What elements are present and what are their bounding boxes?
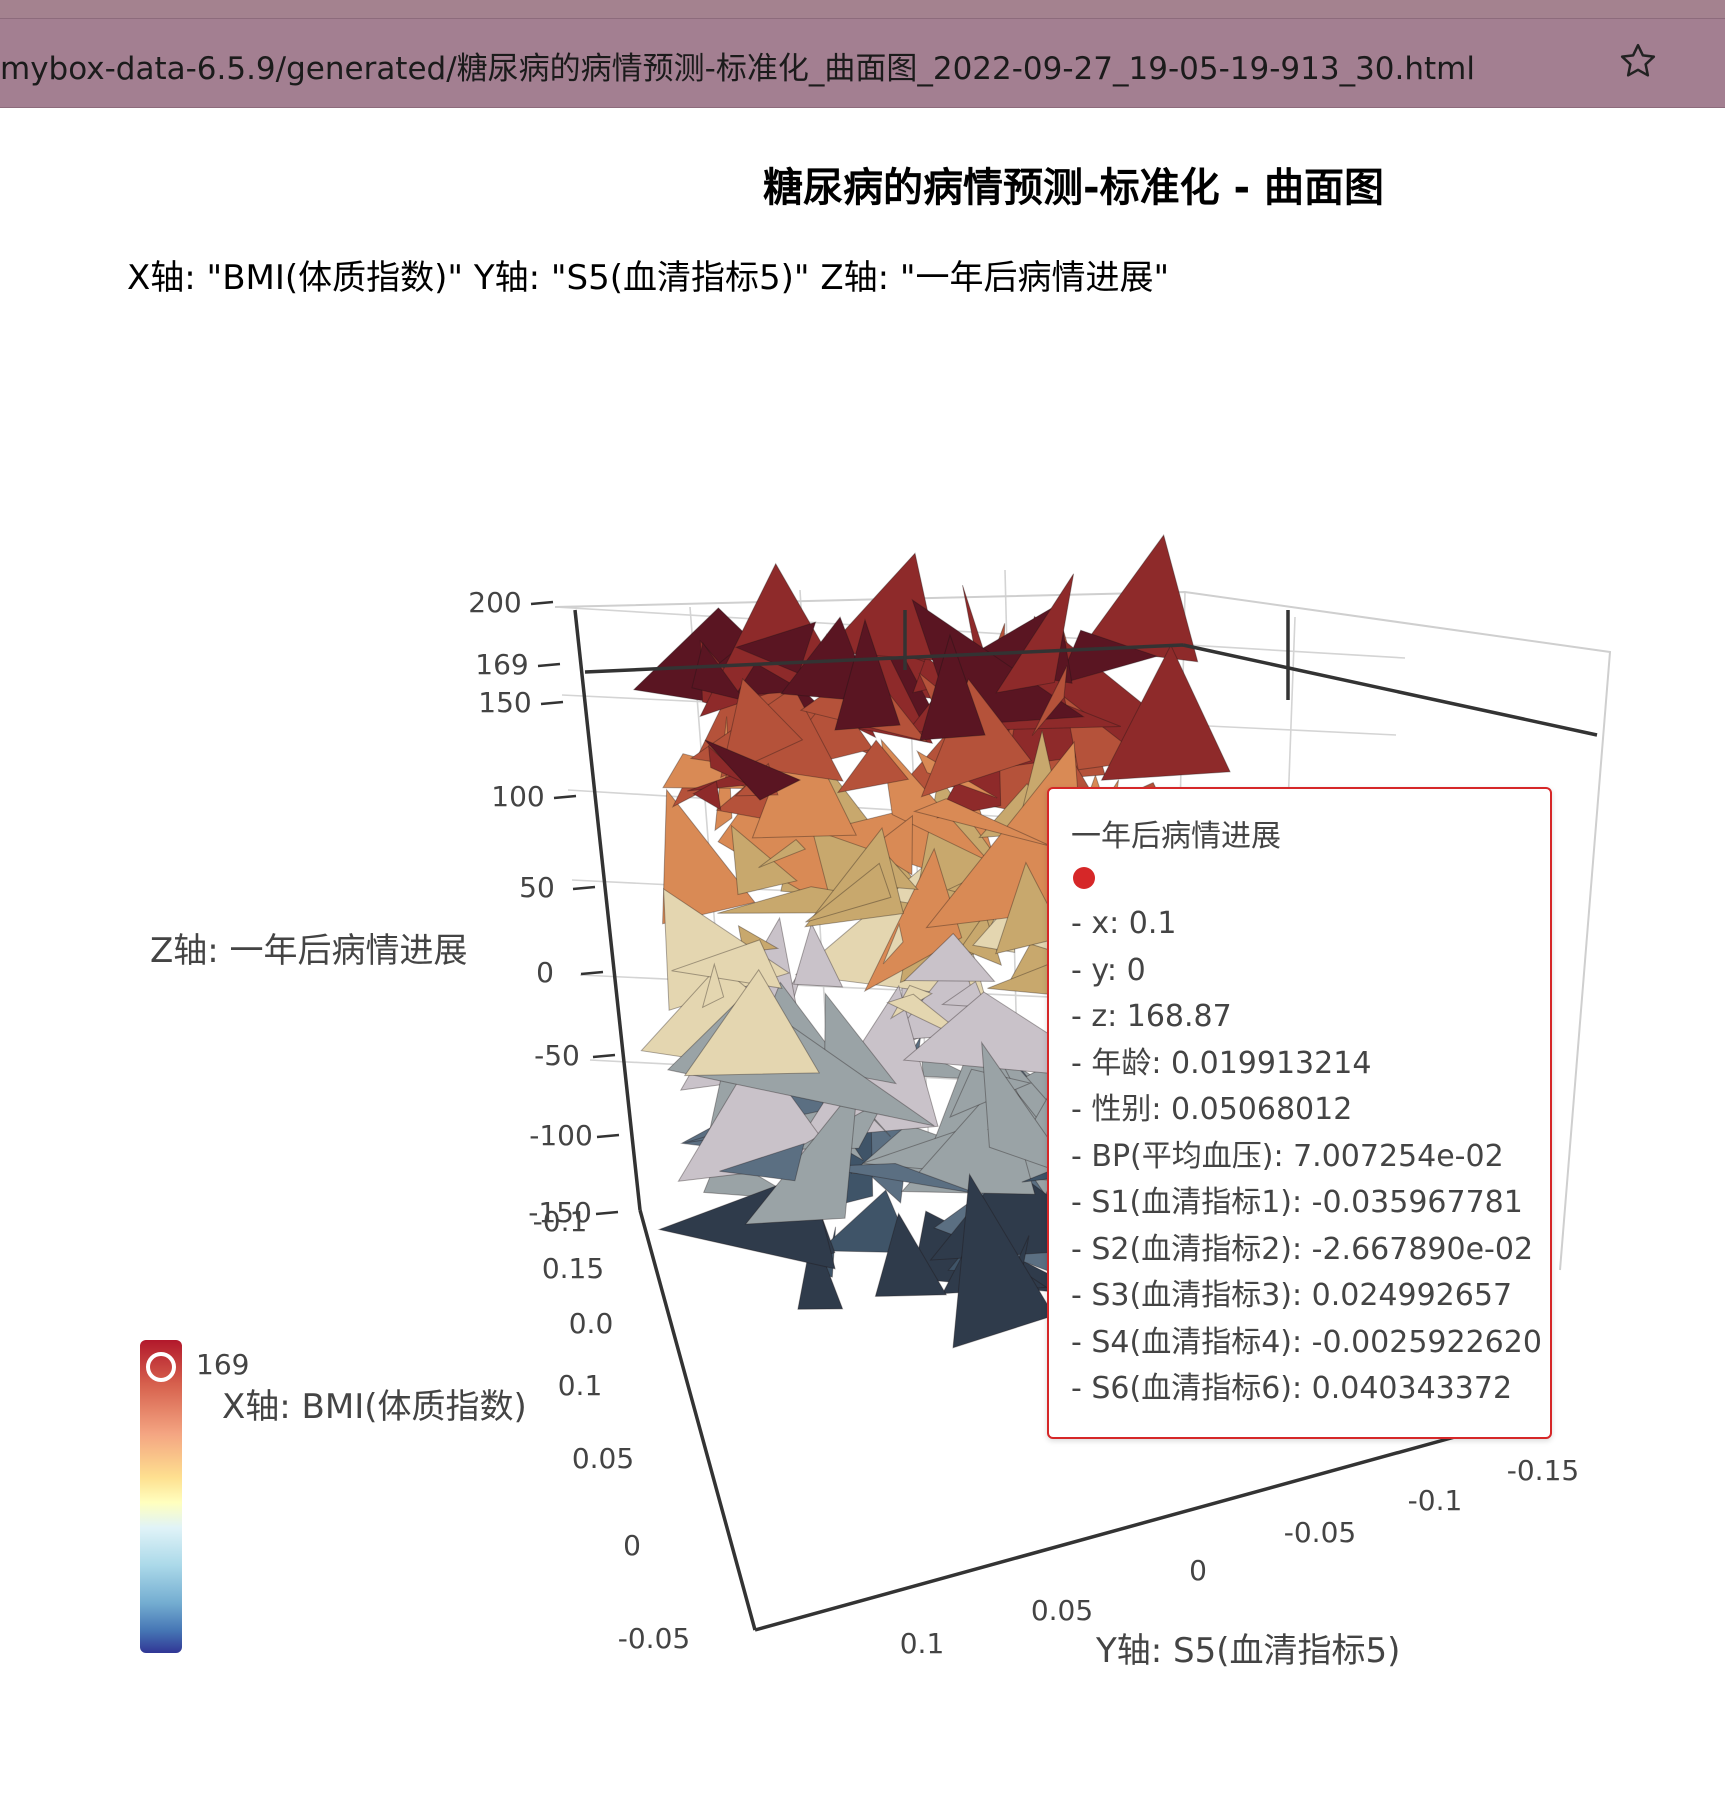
tooltip-series-name: 一年后病情进展 (1071, 819, 1281, 854)
z-tick (595, 1210, 619, 1216)
z-tick (580, 970, 604, 976)
z-tick (592, 1053, 616, 1059)
tooltip-row: - z: 168.87 (1071, 999, 1232, 1034)
y-tick-label: 0.1 (900, 1627, 945, 1660)
z-tick (572, 885, 596, 891)
tooltip-row: - BP(平均血压): 7.007254e-02 (1071, 1138, 1504, 1174)
y-tick-label: -0.15 (1507, 1454, 1579, 1487)
x-tick-label: 0.05 (572, 1442, 634, 1475)
z-tick-label: 100 (491, 780, 544, 813)
x-tick-label: 0.1 (558, 1369, 603, 1402)
hover-tooltip: 一年后病情进展 - x: 0.1 - y: 0 - z: 168.87 - 年龄: 0… (1047, 787, 1552, 1439)
z-tick-label: 200 (468, 586, 521, 619)
z-tick-label: 169 (475, 648, 528, 681)
z-tick-label: -100 (529, 1119, 593, 1152)
tooltip-row: - S1(血清指标1): -0.035967781 (1071, 1185, 1523, 1220)
z-tick-label: 150 (478, 686, 531, 719)
y-tick-label: -0.05 (1284, 1516, 1356, 1549)
y-axis-title: Y轴: S5(血清指标5) (1095, 1631, 1400, 1671)
x-tick-label: 0.0 (569, 1307, 614, 1340)
y-tick-label: -0.1 (1408, 1484, 1463, 1517)
tooltip-row: - 年龄: 0.019913214 (1071, 1045, 1372, 1081)
colorbar-hover-marker (146, 1352, 176, 1382)
z-tick (540, 700, 564, 706)
top-frame-line (1182, 643, 1598, 737)
colorbar (140, 1340, 182, 1653)
tooltip-row: - S4(血清指标4): -0.0025922620 (1071, 1324, 1542, 1360)
z-tick (537, 662, 561, 668)
tooltip-row: - 性别: 0.05068012 (1071, 1092, 1353, 1127)
z-tick (596, 1133, 620, 1139)
tooltip-rows: - x: 0.1 - y: 0 - z: 168.87 - 年龄: 0.0199132… (1071, 901, 1542, 1413)
tooltip-row: - y: 0 (1071, 952, 1146, 988)
z-axis-title: Z轴: 一年后病情进展 (150, 931, 468, 971)
x-tick-label: 0.15 (542, 1252, 604, 1285)
tooltip-row: - S6(血清指标6): 0.040343372 (1071, 1371, 1513, 1406)
z-tick-label: -50 (534, 1039, 580, 1072)
y-tick-label: 0.05 (1031, 1594, 1093, 1627)
x-axis-title: X轴: BMI(体质指数) (222, 1387, 527, 1427)
tooltip-row: - S2(血清指标2): -2.667890e-02 (1071, 1231, 1534, 1267)
tooltip-row: - x: 0.1 (1071, 906, 1177, 941)
x-tick-label: -0.1 (533, 1205, 588, 1238)
x-tick-label: 0 (623, 1529, 641, 1562)
y-tick-label: 0 (1189, 1554, 1207, 1587)
tooltip-row: - S3(血清指标3): 0.024992657 (1071, 1278, 1513, 1313)
z-tick (553, 794, 577, 800)
z-tick (530, 600, 554, 606)
z-tick-label: 50 (519, 871, 555, 904)
x-tick-label: -0.05 (618, 1622, 690, 1655)
tooltip-marker-icon (1073, 867, 1095, 889)
colorbar-max-label: 169 (196, 1348, 250, 1381)
z-tick-label: 0 (536, 956, 554, 989)
y-axis-line (754, 1428, 1481, 1632)
x-axis-line (638, 1209, 757, 1631)
